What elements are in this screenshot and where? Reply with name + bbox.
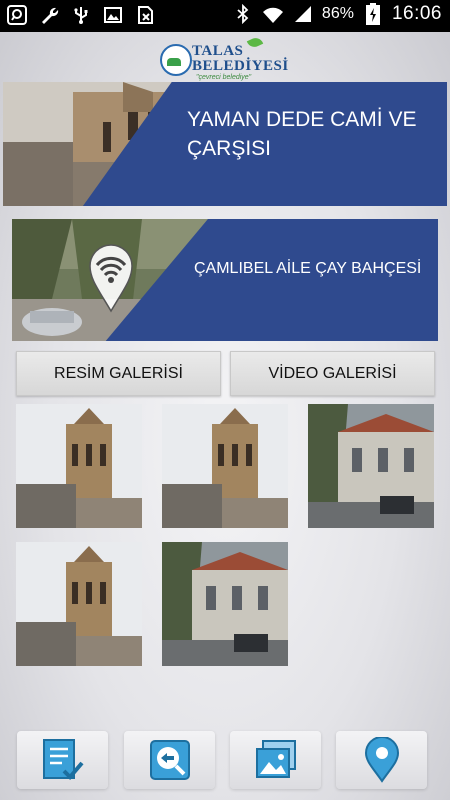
battery-percent: 86% [321,5,354,22]
sim-icon [134,4,156,26]
photos-button[interactable] [230,731,321,789]
banner-title-1: YAMAN DEDE CAMİ VE ÇARŞISI [187,108,417,160]
battery-charging-icon [362,3,384,25]
logo-title-line1: TALAS [192,43,244,59]
logo-tagline: "çevreci belediye" [196,74,252,81]
banner-title-2: ÇAMLIBEL AİLE ÇAY BAHÇESİ [194,260,422,277]
checklist-icon [42,739,84,780]
usb-icon [70,4,92,26]
checklist-button[interactable] [17,731,108,789]
directions-button[interactable] [124,731,215,789]
photos-icon [255,740,296,778]
clock: 16:06 [391,3,442,24]
search-app-icon [6,4,28,26]
gallery-thumbnail[interactable] [162,542,288,666]
gallery-thumbnail[interactable] [16,404,142,528]
video-gallery-button[interactable]: VİDEO GALERİSİ [230,351,435,396]
location-pin-icon [364,737,399,783]
status-bar: 86% 16:06 [0,0,450,32]
bluetooth-icon [232,3,254,25]
image-icon [102,4,124,26]
featured-banner-camlibel[interactable] [12,219,438,341]
gallery-thumbnail[interactable] [162,404,288,528]
directions-icon [149,740,190,780]
wifi-icon [262,3,284,25]
gallery-thumbnail[interactable] [308,404,434,528]
municipality-seal-icon [160,44,192,76]
wrench-icon [38,4,60,26]
photo-gallery-button[interactable]: RESİM GALERİSİ [16,351,221,396]
gallery-thumbnail[interactable] [16,542,142,666]
municipality-logo: TALAS BELEDİYESİ "çevreci belediye" [160,35,300,81]
location-button[interactable] [336,731,427,789]
signal-icon [292,3,314,25]
logo-title-line2: BELEDİYESİ [192,58,289,74]
wifi-location-pin-icon [88,243,134,313]
